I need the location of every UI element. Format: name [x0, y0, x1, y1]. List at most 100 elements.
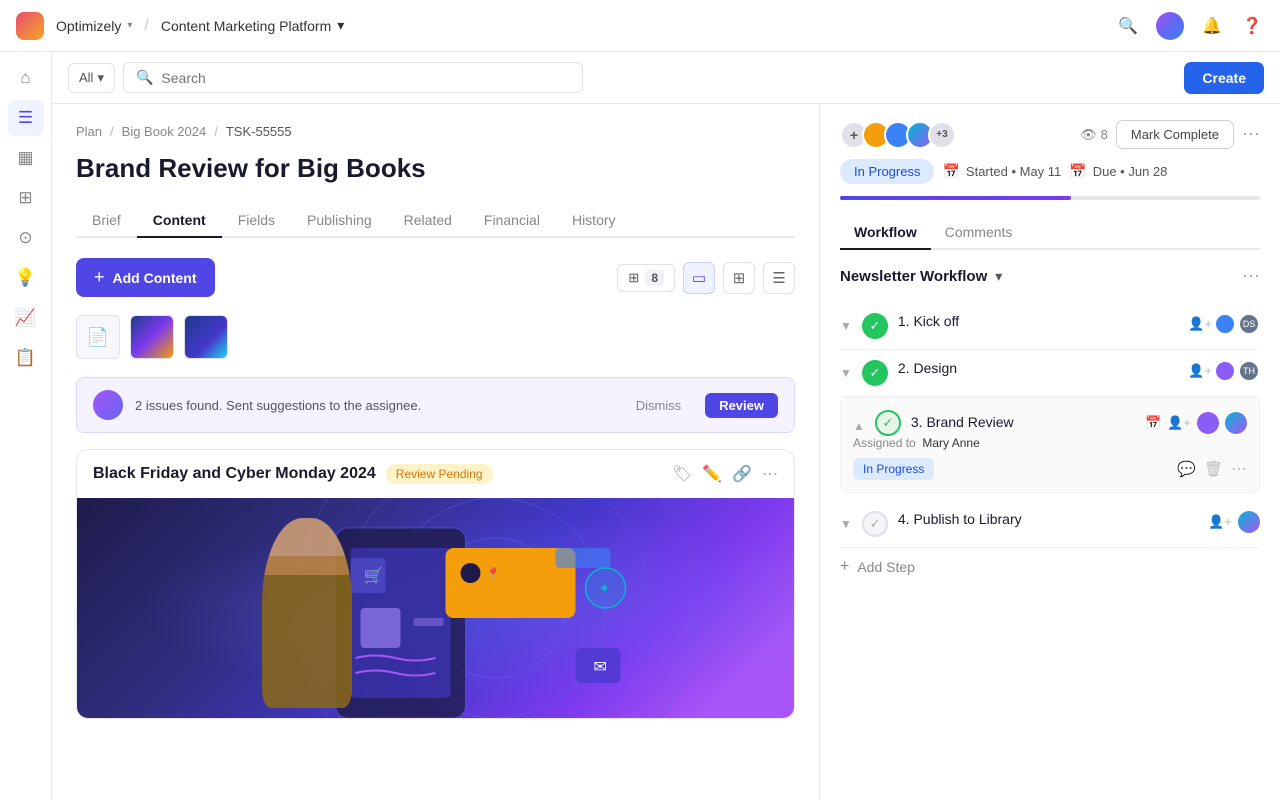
breadcrumb: Plan / Big Book 2024 / TSK-55555 [76, 124, 795, 139]
view-list-button[interactable]: ☰ [763, 262, 795, 294]
count-badge[interactable]: ⊞ 8 [617, 264, 675, 292]
tab-comments[interactable]: Comments [931, 216, 1027, 250]
platform-selector[interactable]: Content Marketing Platform ▾ [161, 17, 344, 34]
tab-workflow[interactable]: Workflow [840, 216, 931, 250]
app-name: Optimizely [56, 18, 121, 34]
tab-related[interactable]: Related [388, 204, 468, 238]
svg-text:📍: 📍 [486, 567, 501, 581]
add-content-button[interactable]: + Add Content [76, 258, 215, 297]
tab-brief[interactable]: Brief [76, 204, 137, 238]
edit-icon[interactable]: ✏️ [702, 464, 722, 484]
filter-all-button[interactable]: All ▾ [68, 63, 115, 93]
step-1-add-icon[interactable]: 👤+ [1188, 316, 1212, 332]
help-icon[interactable]: ❓ [1240, 14, 1264, 38]
mark-complete-button[interactable]: Mark Complete [1116, 120, 1234, 149]
workflow-chevron-icon[interactable]: ▾ [995, 268, 1002, 285]
sidebar-item-library[interactable]: ⊞ [8, 180, 44, 216]
header-more-icon[interactable]: ⋯ [1242, 124, 1260, 145]
card-image-svg: 📍 🛒 ✦ ✉ [77, 498, 794, 718]
step-1-body: 1. Kick off [898, 313, 1178, 331]
sidebar-item-calendar[interactable]: ▦ [8, 140, 44, 176]
app-selector[interactable]: Optimizely ▾ [56, 18, 132, 34]
create-button[interactable]: Create [1184, 62, 1264, 94]
card-actions: 🏷 ✏️ 🔗 ⋯ [672, 464, 778, 484]
step-3-toggle[interactable]: ▲ [853, 419, 865, 433]
step-2-check[interactable]: ✓ [862, 360, 888, 386]
ai-dismiss-button[interactable]: Dismiss [624, 393, 694, 418]
step-1-check[interactable]: ✓ [862, 313, 888, 339]
all-label: All [79, 70, 93, 85]
view-single-button[interactable]: ▭ [683, 262, 715, 294]
thumbnail-img1[interactable] [130, 315, 174, 359]
workflow-step-4: ▼ ✓ 4. Publish to Library 👤+ [840, 501, 1260, 548]
tab-history[interactable]: History [556, 204, 632, 238]
add-step-button[interactable]: + Add Step [840, 548, 1260, 586]
user-avatar[interactable] [1156, 12, 1184, 40]
breadcrumb-bigbook[interactable]: Big Book 2024 [122, 124, 207, 139]
status-pill[interactable]: In Progress [840, 159, 934, 184]
link-icon[interactable]: 🔗 [732, 464, 752, 484]
step-3-status-badge[interactable]: In Progress [853, 458, 934, 480]
sidebar-item-ideas[interactable]: 💡 [8, 260, 44, 296]
notifications-icon[interactable]: 🔔 [1200, 14, 1224, 38]
search-icon[interactable]: 🔍 [1116, 14, 1140, 38]
page-title: Brand Review for Big Books [76, 153, 795, 184]
workflow-more-icon[interactable]: ⋯ [1242, 266, 1260, 287]
thumbnails-row: 📄 [76, 315, 795, 359]
tab-content[interactable]: Content [137, 204, 222, 238]
step-3-more-icon[interactable]: ⋯ [1231, 459, 1247, 479]
step-3-add-icon[interactable]: 👤+ [1167, 415, 1191, 431]
workflow-header: Newsletter Workflow ▾ ⋯ [840, 266, 1260, 287]
breadcrumb-plan[interactable]: Plan [76, 124, 102, 139]
step-4-body: 4. Publish to Library [898, 511, 1198, 529]
assignees-overflow[interactable]: +3 [928, 121, 956, 149]
sidebar-item-tasks[interactable]: ⊙ [8, 220, 44, 256]
calendar-started-icon: 📅 [942, 163, 959, 180]
add-step-icon: + [840, 558, 849, 576]
step-1-avatar-ds: DS [1238, 313, 1260, 335]
step-3-calendar-icon[interactable]: 📅 [1145, 415, 1161, 431]
step-4-right: 👤+ [1208, 511, 1260, 533]
ai-review-button[interactable]: Review [705, 393, 778, 418]
toolbar-right: ⊞ 8 ▭ ⊞ ☰ [617, 262, 795, 294]
content-count: 8 [645, 270, 664, 286]
step-4-toggle[interactable]: ▼ [840, 517, 852, 531]
step-1-toggle[interactable]: ▼ [840, 319, 852, 333]
tab-financial[interactable]: Financial [468, 204, 556, 238]
right-header: + +3 👁 8 Mark Complete ⋯ [840, 120, 1260, 149]
due-label: Due • Jun 28 [1093, 164, 1168, 179]
more-icon[interactable]: ⋯ [762, 464, 778, 484]
step-4-add-icon[interactable]: 👤+ [1208, 514, 1232, 530]
search-input-wrap[interactable]: 🔍 [123, 62, 583, 93]
add-icon: + [94, 267, 105, 288]
workflow-tabs: Workflow Comments [840, 216, 1260, 250]
step-2-add-icon[interactable]: 👤+ [1188, 363, 1212, 379]
sidebar-item-analytics[interactable]: 📈 [8, 300, 44, 336]
step-3-avatar-2 [1225, 412, 1247, 434]
eye-count-value: 8 [1101, 127, 1108, 142]
app-logo[interactable] [16, 12, 44, 40]
sidebar-item-list[interactable]: ☰ [8, 100, 44, 136]
search-input[interactable] [161, 70, 570, 86]
sidebar-item-reports[interactable]: 📋 [8, 340, 44, 376]
step-3-delete-icon[interactable]: 🗑 [1204, 460, 1223, 478]
step-2-avatar-1 [1214, 360, 1236, 382]
tab-fields[interactable]: Fields [222, 204, 291, 238]
platform-name: Content Marketing Platform [161, 18, 331, 34]
step-3-check[interactable]: ✓ [875, 410, 901, 436]
step-2-body: 2. Design [898, 360, 1178, 378]
step-2-toggle[interactable]: ▼ [840, 366, 852, 380]
step-1-name: 1. Kick off [898, 313, 1178, 329]
thumbnail-img2[interactable] [184, 315, 228, 359]
thumbnail-doc[interactable]: 📄 [76, 315, 120, 359]
step-4-check[interactable]: ✓ [862, 511, 888, 537]
step-3-comment-icon[interactable]: 💬 [1177, 460, 1196, 478]
tab-publishing[interactable]: Publishing [291, 204, 388, 238]
due-date: 📅 Due • Jun 28 [1069, 163, 1167, 180]
view-grid-button[interactable]: ⊞ [723, 262, 755, 294]
step-3-action-icons: 💬 🗑 ⋯ [1177, 459, 1247, 479]
step-2-right: 👤+ TH [1188, 360, 1260, 382]
breadcrumb-sep-2: / [214, 124, 218, 139]
sidebar-item-home[interactable]: ⌂ [8, 60, 44, 96]
tag-icon[interactable]: 🏷 [672, 464, 692, 484]
